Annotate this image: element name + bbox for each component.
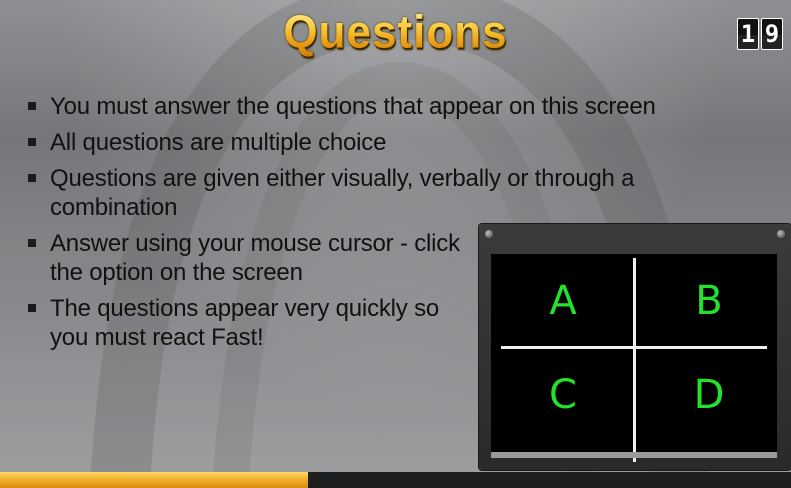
answer-monitor: A B C D [479,224,791,470]
option-a-button[interactable]: A [533,278,593,324]
instruction-item: The questions appear very quickly so you… [26,294,470,352]
screw-icon [485,230,493,238]
instruction-text: Questions are given either visually, ver… [50,165,635,221]
counter-digit: 1 [737,18,759,50]
instruction-item: All questions are multiple choice [26,128,706,157]
bullet-square-icon [28,239,36,247]
progress-bar [0,472,791,488]
instruction-text: All questions are multiple choice [50,129,387,156]
bullet-square-icon [28,102,36,110]
instruction-text: The questions appear very quickly so you… [50,295,440,351]
progress-fill [0,472,309,488]
grid-divider-vertical [633,258,636,462]
instruction-item: Questions are given either visually, ver… [26,164,690,222]
instruction-text: Answer using your mouse cursor - click t… [50,230,460,286]
question-counter: 1 9 [737,18,783,50]
option-d-button[interactable]: D [679,372,739,418]
bullet-square-icon [28,138,36,146]
counter-digit: 9 [761,18,783,50]
slide-stage: Questions 1 9 You must answer the questi… [0,0,791,488]
instruction-item: You must answer the questions that appea… [26,92,706,121]
answer-screen: A B C D [491,254,777,462]
page-title: Questions [0,7,791,60]
bullet-square-icon [28,174,36,182]
option-c-button[interactable]: C [533,372,593,418]
bullet-square-icon [28,304,36,312]
monitor-base [491,452,777,458]
instruction-item: Answer using your mouse cursor - click t… [26,229,470,287]
screw-icon [777,230,785,238]
instruction-text: You must answer the questions that appea… [50,93,656,120]
option-b-button[interactable]: B [679,278,739,324]
